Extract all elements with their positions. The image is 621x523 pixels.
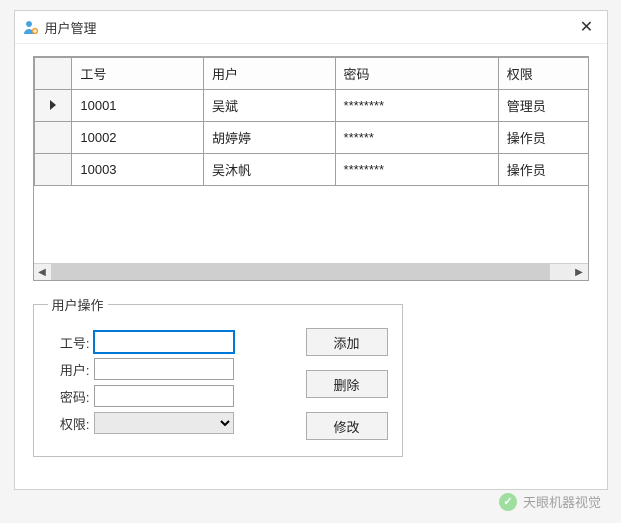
user-input[interactable] xyxy=(94,358,234,380)
dialog-body: 工号 用户 密码 权限 10001 吴斌 ******** 管理员 xyxy=(15,44,607,475)
label-password: 密码: xyxy=(48,387,90,406)
watermark-text: 天眼机器视觉 xyxy=(523,492,601,511)
table-row[interactable]: 10001 吴斌 ******** 管理员 xyxy=(34,90,589,122)
close-button[interactable]: ✕ xyxy=(577,17,597,37)
ops-buttons: 添加 删除 修改 xyxy=(306,328,388,440)
cell-password[interactable]: ******** xyxy=(335,154,498,186)
titlebar: 用户管理 ✕ xyxy=(15,11,607,44)
scroll-right-icon[interactable]: ▶ xyxy=(571,264,588,281)
cell-id[interactable]: 10001 xyxy=(72,90,204,122)
label-user: 用户: xyxy=(48,360,90,379)
user-grid[interactable]: 工号 用户 密码 权限 10001 吴斌 ******** 管理员 xyxy=(34,57,589,186)
password-input[interactable] xyxy=(94,385,234,407)
delete-button[interactable]: 删除 xyxy=(306,370,388,398)
row-header-corner xyxy=(34,58,72,90)
close-icon: ✕ xyxy=(580,17,593,37)
cell-user[interactable]: 吴沐帆 xyxy=(203,154,335,186)
cell-id[interactable]: 10002 xyxy=(72,122,204,154)
caret-right-icon xyxy=(50,100,56,110)
table-row[interactable]: 10003 吴沐帆 ******** 操作员 xyxy=(34,154,589,186)
watermark: ✓ 天眼机器视觉 xyxy=(499,492,601,511)
user-grid-container: 工号 用户 密码 权限 10001 吴斌 ******** 管理员 xyxy=(33,56,589,281)
cell-id[interactable]: 10003 xyxy=(72,154,204,186)
cell-role[interactable]: 管理员 xyxy=(498,90,588,122)
col-header-role[interactable]: 权限 xyxy=(498,58,588,90)
scroll-thumb[interactable] xyxy=(51,264,550,280)
ops-legend: 用户操作 xyxy=(48,295,108,314)
id-input[interactable] xyxy=(94,331,234,353)
scroll-track[interactable] xyxy=(51,264,571,280)
col-header-user[interactable]: 用户 xyxy=(203,58,335,90)
modify-button[interactable]: 修改 xyxy=(306,412,388,440)
cell-password[interactable]: ****** xyxy=(335,122,498,154)
label-role: 权限: xyxy=(48,414,90,433)
col-header-password[interactable]: 密码 xyxy=(335,58,498,90)
user-icon xyxy=(23,19,39,35)
dialog-user-management: 用户管理 ✕ 工号 用户 密码 权限 xyxy=(14,10,608,490)
cell-role[interactable]: 操作员 xyxy=(498,122,588,154)
add-button[interactable]: 添加 xyxy=(306,328,388,356)
row-indicator xyxy=(34,122,72,154)
table-row[interactable]: 10002 胡婷婷 ****** 操作员 xyxy=(34,122,589,154)
wechat-icon: ✓ xyxy=(499,493,517,511)
cell-user[interactable]: 胡婷婷 xyxy=(203,122,335,154)
row-active-indicator xyxy=(34,90,72,122)
cell-user[interactable]: 吴斌 xyxy=(203,90,335,122)
window-title: 用户管理 xyxy=(45,18,577,37)
role-select[interactable] xyxy=(94,412,234,434)
col-header-id[interactable]: 工号 xyxy=(72,58,204,90)
label-id: 工号: xyxy=(48,333,90,352)
user-operations-group: 用户操作 工号: 用户: 密码: 权限: xyxy=(33,295,403,457)
cell-role[interactable]: 操作员 xyxy=(498,154,588,186)
scroll-left-icon[interactable]: ◀ xyxy=(34,264,51,281)
horizontal-scrollbar[interactable]: ◀ ▶ xyxy=(34,263,588,280)
ops-fields: 工号: 用户: 密码: 权限: xyxy=(48,326,280,440)
row-indicator xyxy=(34,154,72,186)
cell-password[interactable]: ******** xyxy=(335,90,498,122)
